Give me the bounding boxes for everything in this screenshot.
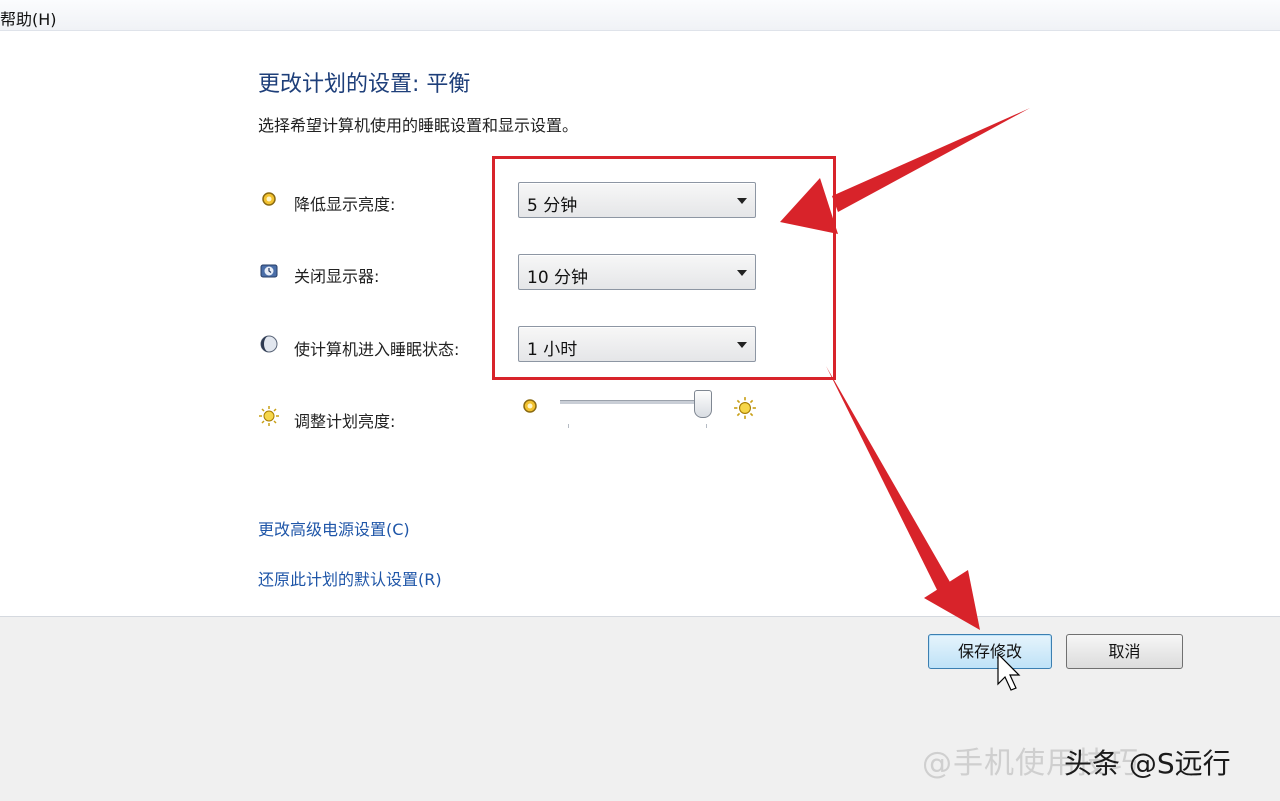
annotation-arrow-top <box>780 108 1030 234</box>
watermark-front: 头条 @S远行 <box>1064 747 1231 780</box>
annotation-arrow-down <box>826 366 980 630</box>
mouse-cursor-icon <box>997 652 1021 691</box>
annotation-overlay <box>780 108 1030 691</box>
